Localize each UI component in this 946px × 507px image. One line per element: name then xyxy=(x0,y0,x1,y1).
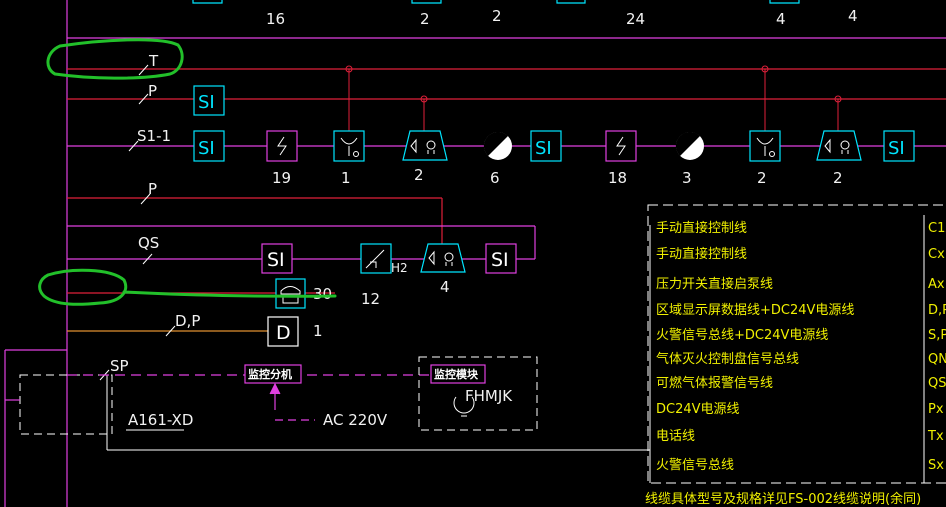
manual-alarm-button-icon xyxy=(749,65,781,162)
legend-desc-7: 可燃气体报警信号线 xyxy=(656,375,773,391)
si-module-s1-b: SI xyxy=(530,130,562,162)
monitor-module-label: 监控模块 xyxy=(434,367,479,381)
telephone-icon xyxy=(275,278,306,309)
smoke-detector-icon xyxy=(483,131,512,160)
bus-label-sp: SP xyxy=(110,357,129,375)
device-count: 2 xyxy=(833,169,843,187)
legend-code-2: Cx xyxy=(928,247,945,262)
si-module-s1-a: SI xyxy=(193,130,225,162)
device-count: 19 xyxy=(272,169,291,187)
h2-label: H2 xyxy=(391,261,408,275)
device-count: 18 xyxy=(608,169,627,187)
cad-drawing: 16 2 2 24 4 4 T P S1-1 P QS D,P SP SI SI xyxy=(4,0,946,507)
top-count-3: 2 xyxy=(492,7,502,25)
si-text: SI xyxy=(491,249,509,271)
gas-detector-icon xyxy=(360,243,392,274)
si-module-s1-c: SI xyxy=(883,130,915,162)
legend-code-4: D,P xyxy=(928,303,946,318)
legend-desc-10: 火警信号总线 xyxy=(656,457,734,473)
device-count: 2 xyxy=(414,166,424,184)
legend-desc-4: 区域显示屏数据线+DC24V电源线 xyxy=(656,303,854,318)
bus-label-dp: D,P xyxy=(175,312,200,330)
si-text: SI xyxy=(888,138,905,159)
bus-label-qs: QS xyxy=(138,234,159,252)
top-row xyxy=(192,0,800,4)
telephone-count: 30 xyxy=(313,285,332,303)
si-module-qs-b: SI xyxy=(485,243,517,274)
monitor-sub-unit: 监控分机 xyxy=(244,364,315,421)
legend-code-7: QS xyxy=(928,376,946,391)
legend-desc-1: 手动直接控制线 xyxy=(656,220,747,236)
device-count: 2 xyxy=(757,169,767,187)
si-text: SI xyxy=(198,92,215,113)
device-count: 6 xyxy=(490,169,500,187)
module-code: FHMJK xyxy=(465,387,513,405)
legend-code-8: Px xyxy=(928,402,944,417)
bus-label-p: P xyxy=(148,82,157,100)
legend-code-6: QN xyxy=(928,352,946,367)
legend-code-9: Tx xyxy=(927,429,944,444)
top-count-1: 16 xyxy=(266,10,285,28)
area-display-icon: D xyxy=(267,316,299,347)
legend-code-1: C1x xyxy=(928,221,946,236)
device-count: 4 xyxy=(440,278,450,296)
sound-light-alarm-icon xyxy=(402,95,448,161)
gas-detector-count: 12 xyxy=(361,290,380,308)
device-count: 3 xyxy=(682,169,692,187)
bus-label-t: T xyxy=(148,52,159,70)
top-count-5: 4 xyxy=(776,10,786,28)
legend-desc-6: 气体灭火控制盘信号总线 xyxy=(656,351,799,367)
bus-ticks xyxy=(99,64,176,381)
legend-footnote: 线缆具体型号及规格详见FS-002线缆说明(余同) xyxy=(645,491,921,507)
bus-label-s1: S1-1 xyxy=(137,127,171,145)
top-count-6: 4 xyxy=(848,7,858,25)
legend-desc-3: 压力开关直接启泵线 xyxy=(656,276,773,292)
device-count: 1 xyxy=(341,169,351,187)
si-text: SI xyxy=(267,249,285,271)
heat-detector-icon xyxy=(266,130,298,162)
monitor-module: 监控模块 xyxy=(430,364,486,384)
legend-code-10: Sx xyxy=(928,458,944,473)
cabinet-code: A161-XD xyxy=(128,411,193,429)
si-text: SI xyxy=(535,138,552,159)
si-module-p: SI xyxy=(193,85,225,116)
si-text: SI xyxy=(198,138,215,159)
cabinet-a161-xd xyxy=(19,374,113,435)
legend-desc-5: 火警信号总线+DC24V电源线 xyxy=(656,327,828,343)
bus-label-p2: P xyxy=(148,180,157,198)
legend-desc-2: 手动直接控制线 xyxy=(656,246,747,262)
heat-detector-icon xyxy=(605,130,637,162)
manual-alarm-button-icon xyxy=(333,65,365,162)
display-count: 1 xyxy=(313,322,323,340)
si-module-qs-a: SI xyxy=(261,243,293,274)
top-count-2: 2 xyxy=(420,10,430,28)
legend-code-3: Ax xyxy=(928,277,945,292)
display-letter: D xyxy=(276,322,291,344)
highlight-circle-t xyxy=(46,38,184,80)
sound-light-alarm-icon xyxy=(420,243,466,273)
power-label: AC 220V xyxy=(323,411,388,429)
top-count-4: 24 xyxy=(626,10,645,28)
legend-code-5: S,P xyxy=(928,328,946,343)
monitor-sub-label: 监控分机 xyxy=(248,367,292,381)
sound-light-alarm-icon xyxy=(816,95,862,161)
smoke-detector-icon xyxy=(675,131,704,160)
legend-desc-9: 电话线 xyxy=(656,429,695,444)
legend-desc-8: DC24V电源线 xyxy=(656,402,740,417)
